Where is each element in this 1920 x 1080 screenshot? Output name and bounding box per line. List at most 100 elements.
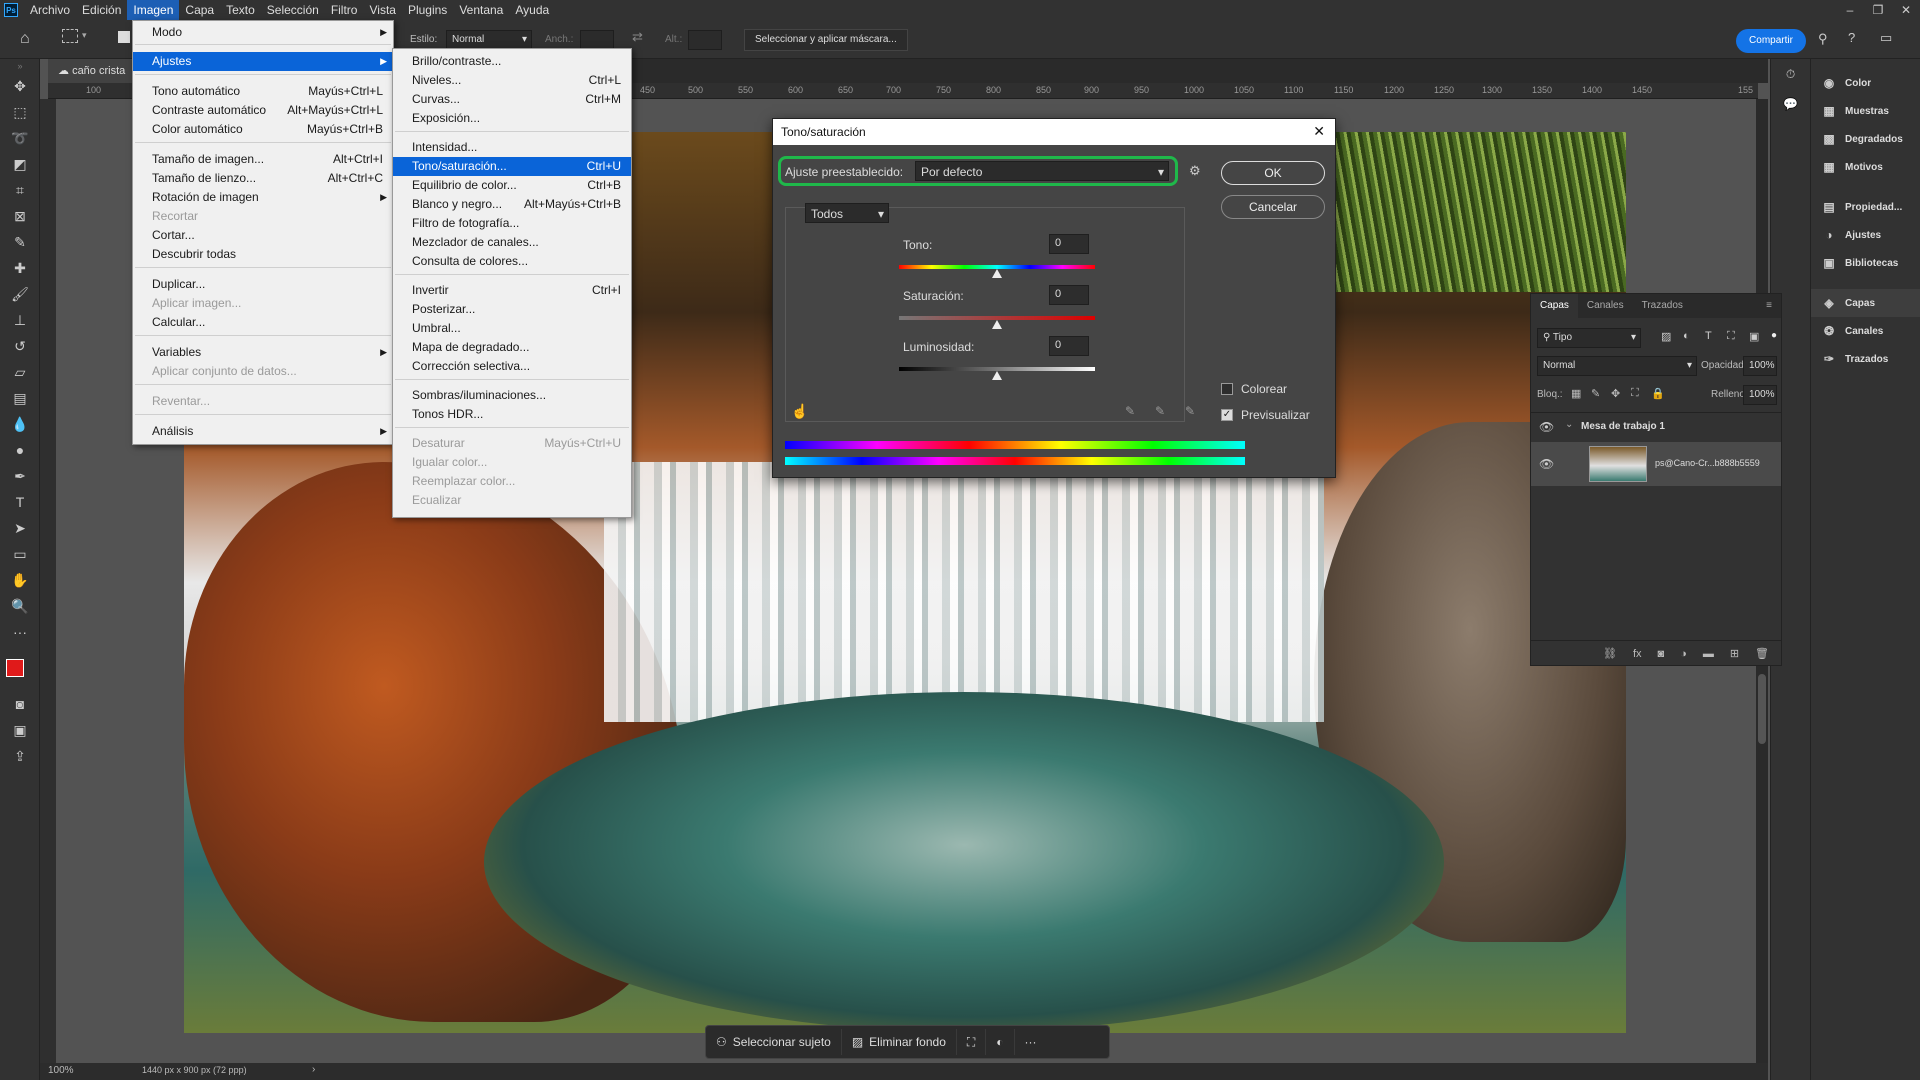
more-options-button[interactable]: ···	[1015, 1029, 1047, 1055]
help-icon[interactable]: ?	[1848, 30, 1855, 45]
submenu-item[interactable]: Filtro de fotografía...	[393, 214, 631, 233]
search-icon[interactable]: ⚲	[1818, 31, 1828, 47]
fx-icon[interactable]: fx	[1633, 648, 1642, 660]
frame-tool-icon[interactable]: ⊠	[0, 203, 40, 229]
menu-item-descubrir-todas[interactable]: Descubrir todas	[133, 245, 393, 264]
menu-imagen[interactable]: Imagen	[127, 0, 180, 20]
shape-tool-icon[interactable]: ▭	[0, 541, 40, 567]
minimize-icon[interactable]: –	[1836, 0, 1864, 20]
chevron-down-icon[interactable]: ▾	[82, 30, 87, 41]
hue-value[interactable]: 0	[1049, 234, 1089, 254]
menu-item-calcular[interactable]: Calcular...	[133, 313, 393, 332]
lock-artboard-icon[interactable]: ⛶	[1631, 387, 1639, 400]
blur-tool-icon[interactable]: 💧	[0, 411, 40, 437]
style-select[interactable]: Normal ▾	[446, 30, 532, 50]
submenu-item[interactable]: Niveles... Ctrl+L	[393, 71, 631, 90]
trash-icon[interactable]: 🗑	[1755, 647, 1769, 660]
gradient-tool-icon[interactable]: ▤	[0, 385, 40, 411]
target-adjust-icon[interactable]: ☝	[791, 403, 808, 420]
opacity-field[interactable]: 100%	[1743, 356, 1777, 376]
dock-adjustments[interactable]: ◑ Ajustes	[1811, 221, 1920, 249]
share-icon[interactable]: ⇪	[0, 743, 40, 769]
workspace-icon[interactable]: ▭	[1880, 30, 1892, 46]
tab-channels[interactable]: Canales	[1578, 294, 1633, 318]
preview-checkbox[interactable]: ✓	[1221, 409, 1233, 421]
submenu-item-tono-saturacion[interactable]: Tono/saturación... Ctrl+U	[393, 157, 631, 176]
chevron-down-icon[interactable]: ⌄	[1565, 419, 1573, 430]
panel-menu-icon[interactable]: ≡	[1757, 294, 1781, 318]
screen-mode-icon[interactable]: ▣	[0, 717, 40, 743]
gear-icon[interactable]: ⚙	[1189, 163, 1201, 179]
menu-edicion[interactable]: Edición	[76, 0, 127, 20]
stamp-tool-icon[interactable]: ⊥	[0, 307, 40, 333]
eyedropper-icon[interactable]: ✎	[1125, 404, 1135, 418]
lock-position-icon[interactable]: ✥	[1611, 387, 1620, 400]
filter-toggle-icon[interactable]: ●	[1771, 330, 1777, 341]
width-field[interactable]	[580, 30, 614, 50]
preset-select[interactable]: Por defecto ▾	[915, 161, 1169, 181]
restore-icon[interactable]: ❐	[1864, 0, 1892, 20]
layer-filter-select[interactable]: ⚲ Tipo ▾	[1537, 328, 1641, 348]
adjustment-layer-icon[interactable]: ◑	[1680, 648, 1687, 660]
filter-pixel-icon[interactable]: ▨	[1661, 330, 1671, 343]
cancel-button[interactable]: Cancelar	[1221, 195, 1325, 219]
submenu-item[interactable]: Intensidad...	[393, 138, 631, 157]
submenu-item[interactable]: Curvas... Ctrl+M	[393, 90, 631, 109]
zoom-level[interactable]: 100%	[48, 1065, 74, 1076]
zoom-tool-icon[interactable]: 🔍	[0, 593, 40, 619]
collapse-icon[interactable]: »	[0, 59, 40, 73]
close-icon[interactable]: ✕	[1313, 123, 1325, 140]
menu-ventana[interactable]: Ventana	[453, 0, 509, 20]
menu-plugins[interactable]: Plugins	[402, 0, 453, 20]
menu-ayuda[interactable]: Ayuda	[509, 0, 555, 20]
lightness-slider-knob[interactable]	[992, 371, 1002, 380]
select-subject-button[interactable]: ⚇ Seleccionar sujeto	[706, 1029, 842, 1055]
healing-brush-icon[interactable]: ✚	[0, 255, 40, 281]
fill-field[interactable]: 100%	[1743, 385, 1777, 405]
lock-transparent-icon[interactable]: ▦	[1571, 387, 1581, 400]
transform-button[interactable]: ⛶	[957, 1029, 987, 1055]
menu-item-contraste-automatico[interactable]: Contraste automático Alt+Mayús+Ctrl+L	[133, 101, 393, 120]
hand-tool-icon[interactable]: ✋	[0, 567, 40, 593]
menu-archivo[interactable]: Archivo	[24, 0, 76, 20]
dock-swatches[interactable]: ▦ Muestras	[1811, 97, 1920, 125]
submenu-item[interactable]: Consulta de colores...	[393, 252, 631, 271]
ok-button[interactable]: OK	[1221, 161, 1325, 185]
history-brush-icon[interactable]: ↺	[0, 333, 40, 359]
lasso-tool-icon[interactable]: ➰	[0, 125, 40, 151]
select-and-mask-button[interactable]: Seleccionar y aplicar máscara...	[744, 29, 908, 51]
folder-icon[interactable]: ▬	[1703, 648, 1714, 660]
saturation-slider-knob[interactable]	[992, 320, 1002, 329]
menu-item-modo[interactable]: Modo ▶	[133, 23, 393, 42]
lightness-value[interactable]: 0	[1049, 336, 1089, 356]
tab-layers[interactable]: Capas	[1531, 294, 1578, 318]
foreground-color-icon[interactable]	[6, 659, 24, 677]
crop-tool-icon[interactable]: ⌗	[0, 177, 40, 203]
menu-item-rotacion[interactable]: Rotación de imagen ▶	[133, 188, 393, 207]
dock-gradients[interactable]: ▩ Degradados	[1811, 125, 1920, 153]
eyedropper-minus-icon[interactable]: ✎	[1185, 404, 1195, 418]
tab-paths[interactable]: Trazados	[1633, 294, 1692, 318]
chevron-right-icon[interactable]: ›	[312, 1064, 315, 1075]
path-selection-icon[interactable]: ➤	[0, 515, 40, 541]
menu-texto[interactable]: Texto	[220, 0, 261, 20]
menu-item-analisis[interactable]: Análisis ▶	[133, 422, 393, 441]
marquee-tool-icon[interactable]	[62, 29, 78, 43]
submenu-item[interactable]: Equilibrio de color... Ctrl+B	[393, 176, 631, 195]
hue-slider-knob[interactable]	[992, 269, 1002, 278]
dock-libraries[interactable]: ▣ Bibliotecas	[1811, 249, 1920, 277]
channel-select[interactable]: Todos ▾	[805, 203, 889, 223]
eyedropper-plus-icon[interactable]: ✎	[1155, 404, 1165, 418]
lock-pixels-icon[interactable]: ✎	[1591, 387, 1600, 400]
submenu-item[interactable]: Corrección selectiva...	[393, 357, 631, 376]
layer-row[interactable]: 👁 ps@Cano-Cr...b888b5559	[1531, 442, 1781, 486]
submenu-item[interactable]: Invertir Ctrl+I	[393, 281, 631, 300]
mask-icon[interactable]: ◙	[1658, 648, 1665, 660]
color-swatches[interactable]	[0, 645, 39, 691]
dock-channels[interactable]: ❂ Canales	[1811, 317, 1920, 345]
eyedropper-tool-icon[interactable]: ✎	[0, 229, 40, 255]
remove-background-button[interactable]: ▨ Eliminar fondo	[842, 1029, 957, 1055]
menu-item-color-automatico[interactable]: Color automático Mayús+Ctrl+B	[133, 120, 393, 139]
lock-all-icon[interactable]: 🔒	[1651, 387, 1665, 400]
dock-color[interactable]: ◉ Color	[1811, 69, 1920, 97]
